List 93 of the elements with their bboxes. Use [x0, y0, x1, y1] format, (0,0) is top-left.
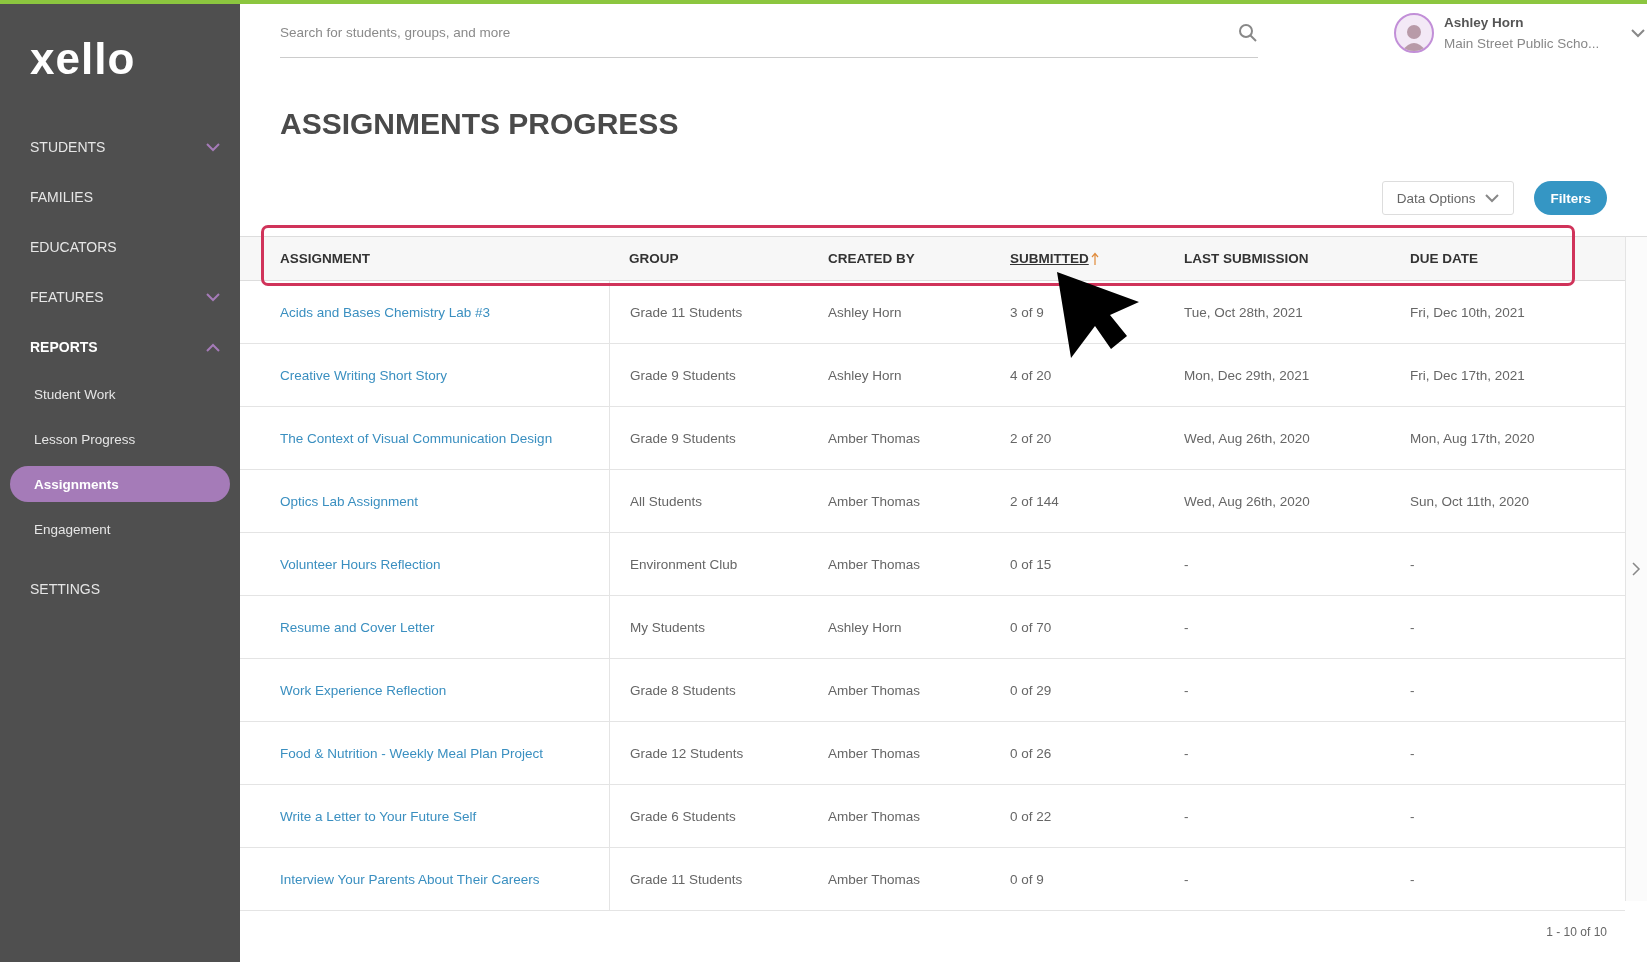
column-header[interactable]: CREATED BY — [828, 251, 915, 266]
xello-logo: xello — [30, 34, 136, 85]
column-header[interactable]: GROUP — [629, 251, 679, 266]
table-cell: Amber Thomas — [828, 682, 921, 698]
data-options-dropdown[interactable]: Data Options — [1381, 181, 1515, 215]
column-header[interactable]: ASSIGNMENT — [280, 251, 370, 266]
assignment-link[interactable]: Acids and Bases Chemistry Lab #3 — [280, 304, 491, 320]
sort-arrow-icon[interactable] — [1090, 251, 1099, 266]
table-cell: 0 of 15 — [1010, 556, 1052, 572]
table-cell: - — [1184, 619, 1189, 635]
table-cell: - — [1410, 871, 1415, 887]
column-header[interactable]: LAST SUBMISSION — [1184, 251, 1309, 266]
table-cell: Grade 9 Students — [630, 367, 736, 383]
table-cell: 2 of 20 — [1010, 430, 1052, 446]
nav-item[interactable]: SETTINGS — [30, 581, 100, 597]
assignment-link[interactable]: The Context of Visual Communication Design — [280, 430, 553, 446]
nav-item[interactable]: FAMILIES — [30, 189, 94, 205]
table-cell: All Students — [630, 493, 703, 509]
table-cell: Mon, Aug 17th, 2020 — [1410, 430, 1535, 446]
nav-subitem[interactable]: Student Work — [10, 372, 230, 417]
table-cell: Amber Thomas — [828, 430, 921, 446]
pagination-text: 1 - 10 of 10 — [1546, 925, 1607, 939]
table-cell: 0 of 29 — [1010, 682, 1052, 698]
table-cell: 0 of 22 — [1010, 808, 1052, 824]
table-cell: Wed, Aug 26th, 2020 — [1184, 493, 1310, 509]
search-icon[interactable] — [1238, 22, 1258, 43]
table-cell: - — [1184, 556, 1189, 572]
school-name: Main Street Public Scho... — [1444, 36, 1600, 51]
table-cell: 2 of 144 — [1010, 493, 1059, 509]
table-cell: - — [1410, 682, 1415, 698]
chevron-icon[interactable] — [1631, 28, 1646, 38]
assignment-link[interactable]: Food & Nutrition - Weekly Meal Plan Project — [280, 745, 544, 761]
table-cell: 4 of 20 — [1010, 367, 1052, 383]
table-cell: 0 of 26 — [1010, 745, 1052, 761]
chevron-right-icon[interactable] — [1632, 562, 1641, 576]
nav-item[interactable]: EDUCATORS — [30, 239, 117, 255]
search-field[interactable]: Search for students, groups, and more — [280, 25, 1080, 40]
assignment-link[interactable]: Interview Your Parents About Their Careers — [280, 871, 540, 887]
assignment-link[interactable]: Write a Letter to Your Future Self — [280, 808, 477, 824]
table-cell: - — [1184, 871, 1189, 887]
table-cell: Amber Thomas — [828, 556, 921, 572]
assignment-link[interactable]: Work Experience Reflection — [280, 682, 447, 698]
nav-subitem[interactable]: Lesson Progress — [10, 417, 230, 462]
table-cell: Fri, Dec 10th, 2021 — [1410, 304, 1525, 320]
nav-subitem[interactable]: Assignments — [10, 466, 230, 502]
table-cell: Amber Thomas — [828, 493, 921, 509]
table-cell: Grade 11 Students — [630, 304, 743, 320]
sort-header[interactable]: SUBMITTED — [1010, 251, 1099, 266]
column-header[interactable]: DUE DATE — [1410, 251, 1478, 266]
table-cell: Tue, Oct 28th, 2021 — [1184, 304, 1303, 320]
table-cell: 0 of 70 — [1010, 619, 1052, 635]
table-cell: Amber Thomas — [828, 871, 921, 887]
table-cell: Ashley Horn — [828, 304, 902, 320]
table-cell: - — [1410, 556, 1415, 572]
nav-item[interactable]: STUDENTS — [30, 139, 106, 155]
table-cell: Grade 6 Students — [630, 808, 736, 824]
filters-button[interactable]: Filters — [1534, 181, 1607, 215]
page-title: ASSIGNMENTS PROGRESS — [280, 106, 679, 142]
table-cell: - — [1410, 619, 1415, 635]
table-cell: My Students — [630, 619, 706, 635]
chevron-icon[interactable] — [206, 342, 220, 352]
chevron-icon[interactable] — [206, 142, 220, 152]
table-cell: 3 of 9 — [1010, 304, 1044, 320]
table-cell: Environment Club — [630, 556, 738, 572]
table-cell: - — [1184, 682, 1189, 698]
assignment-link[interactable]: Optics Lab Assignment — [280, 493, 419, 509]
table-cell: 0 of 9 — [1010, 871, 1044, 887]
table-cell: Mon, Dec 29th, 2021 — [1184, 367, 1310, 383]
assignment-link[interactable]: Volunteer Hours Reflection — [280, 556, 441, 572]
table-cell: Grade 11 Students — [630, 871, 743, 887]
assignment-link[interactable]: Creative Writing Short Story — [280, 367, 448, 383]
chevron-icon[interactable] — [206, 292, 220, 302]
table-cell: Grade 9 Students — [630, 430, 736, 446]
table-cell: - — [1184, 808, 1189, 824]
table-cell: - — [1184, 745, 1189, 761]
table-cell: Fri, Dec 17th, 2021 — [1410, 367, 1525, 383]
table-cell: Grade 8 Students — [630, 682, 736, 698]
table-cell: Grade 12 Students — [630, 745, 744, 761]
table-cell: - — [1410, 808, 1415, 824]
nav-subitem[interactable]: Engagement — [10, 507, 230, 552]
nav-item[interactable]: REPORTS — [30, 339, 98, 355]
table-cell: Ashley Horn — [828, 619, 902, 635]
table-cell: Wed, Aug 26th, 2020 — [1184, 430, 1310, 446]
table-cell: - — [1410, 745, 1415, 761]
chevron-icon[interactable] — [1485, 193, 1500, 203]
user-name: Ashley Horn — [1444, 15, 1525, 30]
table-cell: Ashley Horn — [828, 367, 902, 383]
table-cell: Amber Thomas — [828, 808, 921, 824]
avatar[interactable] — [1394, 13, 1434, 53]
assignment-link[interactable]: Resume and Cover Letter — [280, 619, 435, 635]
table-cell: Amber Thomas — [828, 745, 921, 761]
nav-item[interactable]: FEATURES — [30, 289, 104, 305]
table-cell: Sun, Oct 11th, 2020 — [1410, 493, 1530, 509]
